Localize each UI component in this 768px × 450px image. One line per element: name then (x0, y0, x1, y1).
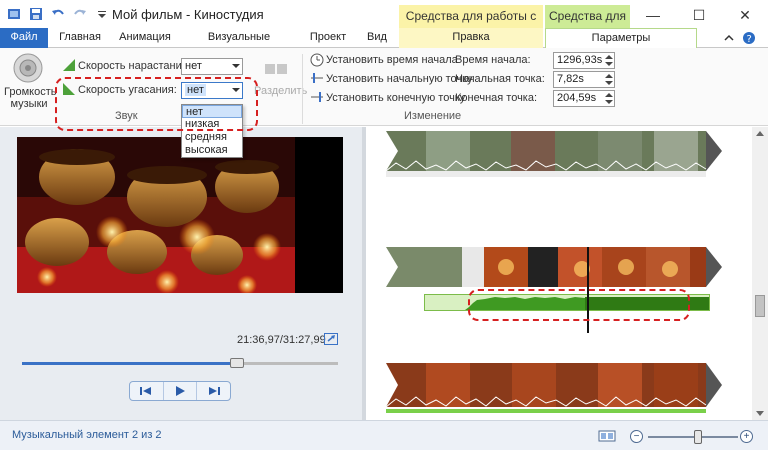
tab-animation[interactable]: Анимация (113, 28, 177, 48)
zoom-slider[interactable] (648, 436, 738, 438)
main-area: 21:36,97/31:27,99 (0, 127, 768, 420)
play-button[interactable] (164, 382, 198, 400)
group-separator (302, 54, 303, 124)
start-time-field[interactable]: 1296,93s (553, 52, 615, 69)
start-point-label: Начальная точка: (455, 73, 545, 85)
video-frame-image (17, 137, 343, 293)
scroll-up-icon[interactable] (752, 129, 768, 139)
next-frame-icon (208, 387, 220, 395)
play-icon (176, 386, 185, 396)
start-time-value: 1296,93s (557, 54, 603, 66)
waveform-highlight (468, 289, 690, 321)
storyboard-timeline[interactable] (366, 127, 752, 420)
contextual-tab-video-tools: Средства для работы с видео (399, 5, 543, 45)
video-preview[interactable] (17, 137, 343, 293)
video-clip-strip[interactable] (385, 131, 726, 177)
scroll-down-icon[interactable] (752, 408, 768, 418)
status-text: Музыкальный элемент 2 из 2 (12, 429, 162, 441)
speaker-icon (13, 53, 43, 83)
start-point-value: 7,82s (557, 73, 584, 85)
spin-arrows-icon[interactable] (605, 73, 613, 86)
fade-out-highlight (55, 77, 258, 131)
timeline-scrollbar[interactable] (752, 127, 768, 420)
close-button[interactable]: ✕ (722, 0, 768, 30)
split-icon (265, 64, 287, 74)
spin-arrows-icon[interactable] (605, 54, 613, 67)
zoom-in-button[interactable]: + (740, 430, 753, 443)
window-title: Мой фильм - Киностудия (112, 7, 264, 22)
fade-in-select[interactable]: нет (181, 58, 243, 75)
scrollbar-thumb[interactable] (755, 295, 765, 317)
collapse-ribbon-icon[interactable] (724, 34, 734, 42)
split-label: Разделить (254, 85, 308, 97)
customize-qat-icon[interactable] (94, 6, 110, 22)
help-icon[interactable]: ? (742, 31, 756, 45)
set-end-point-button[interactable]: Установить конечную точку (326, 92, 465, 104)
dropdown-option[interactable]: средняя (182, 131, 242, 144)
svg-text:?: ? (747, 34, 752, 45)
tab-params[interactable]: Параметры (545, 28, 697, 49)
redo-icon[interactable] (72, 6, 88, 22)
seek-thumb[interactable] (230, 358, 244, 368)
music-volume-label: Громкость музыки (4, 86, 57, 110)
ribbon-tabs: Файл Главная Анимация Визуальные эффекты… (0, 28, 768, 62)
fullscreen-icon[interactable] (324, 333, 338, 345)
fade-in-label: Скорость нарастания: (78, 60, 191, 72)
maximize-button[interactable]: ☐ (676, 0, 722, 30)
end-point-label: Конечная точка: (455, 92, 538, 104)
dropdown-option[interactable]: высокая (182, 144, 242, 157)
music-volume-button[interactable]: Громкость музыки (4, 52, 56, 110)
help-area: ? (724, 31, 756, 45)
chevron-down-icon (232, 64, 240, 68)
playback-controls (129, 381, 231, 401)
undo-icon[interactable] (50, 6, 66, 22)
start-point-icon (311, 73, 323, 83)
zoom-thumb[interactable] (694, 430, 702, 444)
start-time-label: Время начала: (455, 54, 531, 66)
start-point-field[interactable]: 7,82s (553, 71, 615, 88)
end-point-field[interactable]: 204,59s (553, 90, 615, 107)
tab-visual-effects[interactable]: Визуальные эффекты (183, 28, 295, 62)
clock-icon (310, 53, 324, 67)
next-frame-button[interactable] (197, 382, 230, 400)
quick-access-toolbar (6, 6, 110, 22)
tab-file[interactable]: Файл (0, 28, 48, 48)
tab-edit[interactable]: Правка (399, 28, 543, 48)
previous-frame-button[interactable] (130, 382, 164, 400)
minimize-button[interactable]: — (630, 0, 676, 30)
window-controls: — ☐ ✕ (630, 0, 768, 30)
tab-view[interactable]: Вид (360, 28, 394, 48)
fade-in-icon (63, 59, 75, 71)
title-bar: Мой фильм - Киностудия Средства для рабо… (0, 0, 768, 45)
zoom-out-button[interactable]: − (630, 430, 643, 443)
spin-arrows-icon[interactable] (605, 92, 613, 105)
video-clip-strip-active[interactable] (386, 247, 726, 287)
fade-in-value: нет (185, 60, 202, 72)
playback-time: 21:36,97/31:27,99 (237, 334, 326, 346)
storyboard-view-icon[interactable] (598, 429, 616, 443)
end-point-icon (311, 92, 323, 102)
video-clip-strip[interactable] (385, 363, 726, 413)
previous-frame-icon (140, 387, 152, 395)
contextual-tab-music-tools: Средства для ... (545, 5, 630, 45)
status-bar: Музыкальный элемент 2 из 2 − + (0, 420, 768, 450)
end-point-value: 204,59s (557, 92, 597, 104)
tab-home[interactable]: Главная (52, 28, 108, 48)
seek-bar-remaining (244, 362, 338, 365)
preview-pane: 21:36,97/31:27,99 (0, 127, 362, 420)
set-start-time-button[interactable]: Установить время начала (326, 54, 458, 66)
set-start-point-button[interactable]: Установить начальную точку (326, 73, 473, 85)
tab-project[interactable]: Проект (303, 28, 353, 48)
app-icon (6, 6, 22, 22)
split-button[interactable]: Разделить (252, 58, 307, 98)
save-icon[interactable] (28, 6, 44, 22)
change-group-label: Изменение (404, 110, 462, 122)
